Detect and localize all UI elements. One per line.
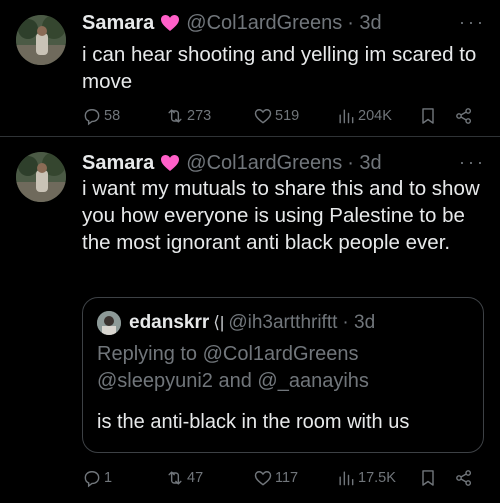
- share-icon: [456, 470, 472, 486]
- author-handle[interactable]: @Col1ardGreens: [186, 152, 342, 175]
- retweet-button[interactable]: 47: [165, 468, 203, 488]
- author-name[interactable]: Samara: [82, 152, 154, 175]
- quote-replying-to: Replying to @Col1ardGreens @sleepyuni2 a…: [97, 343, 369, 392]
- reply-button[interactable]: 1: [82, 468, 112, 488]
- quoted-tweet[interactable]: edanskrr ⟨| @ih3artthriftt · 3d Replying…: [82, 297, 484, 453]
- avatar[interactable]: [16, 152, 66, 202]
- like-count: 117: [275, 470, 299, 486]
- tweet-header: Samara @Col1ardGreens · 3d: [82, 150, 382, 176]
- timestamp[interactable]: · 3d: [347, 152, 381, 175]
- tweet-2[interactable]: Samara @Col1ardGreens · 3d · · · i want …: [0, 0, 500, 503]
- quote-author-handle: @ih3artthriftt: [228, 312, 338, 333]
- quote-timestamp: · 3d: [342, 312, 376, 333]
- quote-header: edanskrr ⟨| @ih3artthriftt · 3d: [97, 311, 375, 335]
- heart-icon: [254, 471, 272, 486]
- quote-author-name: edanskrr: [129, 312, 210, 333]
- quote-text: is the anti-black in the room with us: [97, 411, 410, 433]
- tweet-text: i want my mutuals to share this and to s…: [82, 177, 480, 254]
- retweet-icon: [168, 471, 182, 485]
- quote-author-badge: ⟨|: [213, 313, 225, 332]
- reply-count: 1: [104, 470, 113, 486]
- view-count: 17.5K: [358, 470, 396, 486]
- more-options-icon[interactable]: · · ·: [459, 152, 483, 173]
- reply-icon: [84, 471, 100, 488]
- views-button[interactable]: 17.5K: [336, 468, 396, 488]
- pink-heart-icon: [160, 154, 180, 172]
- bookmark-icon: [422, 470, 434, 486]
- analytics-icon: [339, 471, 354, 486]
- tweet-actions: 1 47 117 17.5K: [82, 465, 482, 491]
- share-button[interactable]: [454, 468, 474, 488]
- retweet-count: 47: [187, 470, 204, 486]
- like-button[interactable]: 117: [253, 468, 298, 488]
- quote-avatar: [97, 311, 121, 335]
- bookmark-button[interactable]: [418, 468, 438, 488]
